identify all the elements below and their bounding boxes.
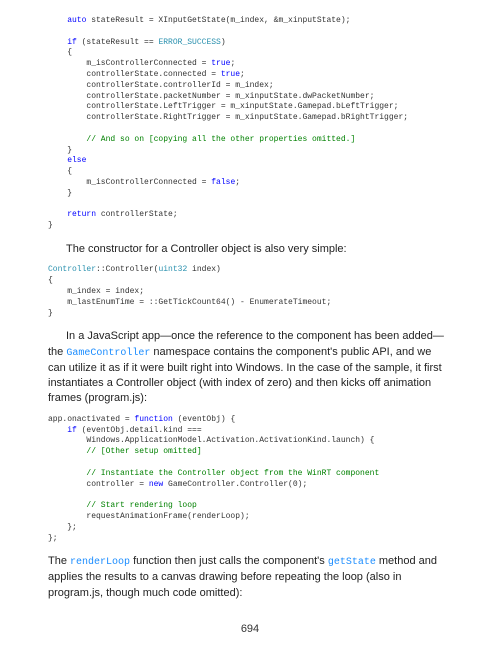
brace: } — [48, 309, 53, 318]
code-text: GameController.Controller(0); — [163, 480, 307, 489]
code-text: controllerState.LeftTrigger = m_xinputSt… — [67, 102, 398, 111]
code-block-2: Controller::Controller(uint32 index) { m… — [48, 265, 452, 319]
keyword-if: if — [67, 426, 77, 435]
code-text: controllerState.RightTrigger = m_xinputS… — [67, 113, 408, 122]
code-text: controller = — [48, 480, 149, 489]
code-text: }; — [48, 534, 58, 543]
code-text: index) — [187, 265, 221, 274]
brace: { — [48, 276, 53, 285]
keyword-new: new — [149, 480, 163, 489]
code-text: ; — [139, 287, 144, 296]
keyword-true: true — [221, 70, 240, 79]
api-renderloop: renderLoop — [70, 557, 130, 568]
brace: { — [67, 48, 72, 57]
code-text: controllerState.controllerId = m_index; — [67, 81, 273, 90]
comment: // Instantiate the Controller object fro… — [86, 469, 379, 478]
code-text: m_lastEnumTime = ::GetTickCount64() - En… — [48, 298, 331, 307]
code-text — [48, 426, 67, 435]
api-getstate: getState — [328, 557, 376, 568]
code-text: (eventObj) { — [173, 415, 235, 424]
paragraph-2: In a JavaScript app—once the reference t… — [48, 329, 452, 407]
code-text: m_index = — [48, 287, 115, 296]
param-index: index — [115, 287, 139, 296]
code-text: Windows.ApplicationModel.Activation.Acti… — [48, 436, 374, 445]
code-text: controllerState; — [96, 210, 178, 219]
api-gamecontroller: GameController — [66, 348, 150, 359]
code-text: m_isControllerConnected = — [67, 59, 211, 68]
code-text: requestAnimationFrame(renderLoop); — [48, 512, 250, 521]
code-block-3: app.onactivated = function (eventObj) { … — [48, 415, 452, 545]
para3-text-a: The — [48, 555, 70, 567]
comment: // [Other setup omitted] — [86, 447, 201, 456]
paragraph-3: The renderLoop function then just calls … — [48, 554, 452, 601]
code-text: controllerState.connected = — [67, 70, 221, 79]
keyword-return: return — [67, 210, 96, 219]
code-text: }; — [48, 523, 77, 532]
code-text: app.onactivated = — [48, 415, 134, 424]
code-text: stateResult = XInputGetState(m_index, &m… — [86, 16, 350, 25]
code-text: controllerState.packetNumber = m_xinputS… — [67, 92, 374, 101]
brace: { — [67, 167, 72, 176]
code-text: (stateResult == — [77, 38, 159, 47]
code-text: ; — [240, 70, 245, 79]
code-text: ) — [221, 38, 226, 47]
code-text: ; — [230, 59, 235, 68]
type-uint32: uint32 — [158, 265, 187, 274]
brace: } — [67, 146, 72, 155]
comment: // And so on [copying all the other prop… — [86, 135, 355, 144]
code-text: m_isControllerConnected = — [67, 178, 211, 187]
para3-text-c: function then just calls the component's — [130, 555, 328, 567]
brace: } — [67, 189, 72, 198]
code-text: ::Controller( — [96, 265, 158, 274]
type-controller: Controller — [48, 265, 96, 274]
paragraph-1: The constructor for a Controller object … — [48, 242, 452, 257]
keyword-auto: auto — [67, 16, 86, 25]
keyword-false: false — [211, 178, 235, 187]
keyword-if: if — [67, 38, 77, 47]
const-error-success: ERROR_SUCCESS — [158, 38, 220, 47]
code-block-1: auto stateResult = XInputGetState(m_inde… — [48, 16, 452, 232]
keyword-function: function — [134, 415, 172, 424]
keyword-true: true — [211, 59, 230, 68]
brace: } — [48, 221, 53, 230]
comment: // Start rendering loop — [86, 501, 196, 510]
code-text: (eventObj.detail.kind === — [77, 426, 202, 435]
page-container: auto stateResult = XInputGetState(m_inde… — [0, 0, 500, 654]
page-number: 694 — [48, 623, 452, 635]
keyword-else: else — [67, 156, 86, 165]
code-text: ; — [235, 178, 240, 187]
